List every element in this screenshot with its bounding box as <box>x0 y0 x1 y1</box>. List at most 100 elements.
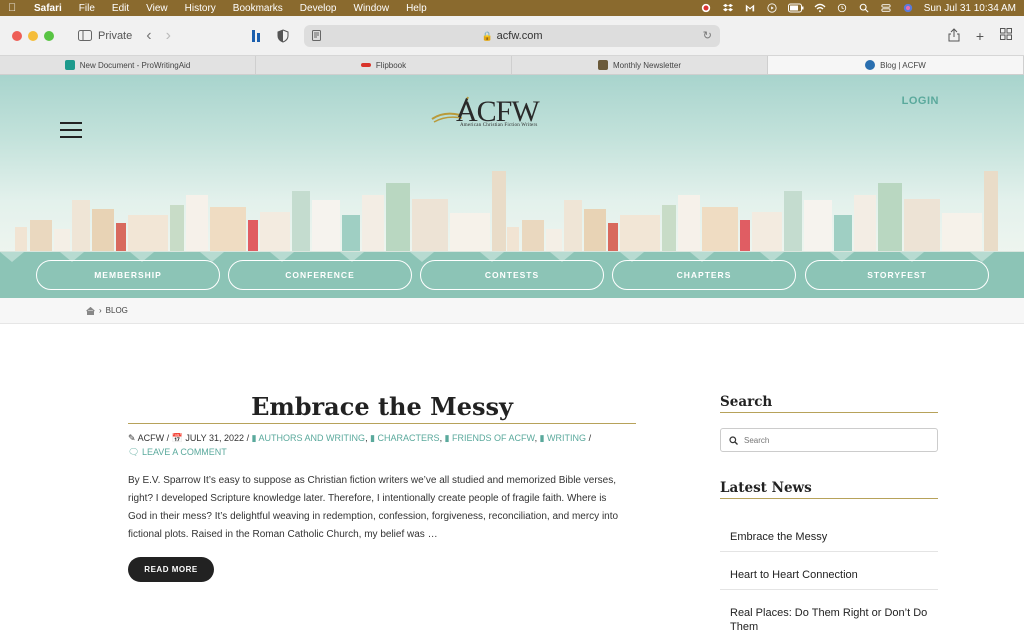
tab-blog-acfw[interactable]: Blog | ACFW <box>768 56 1024 74</box>
menubar-clock[interactable]: Sun Jul 31 10:34 AM <box>924 3 1016 14</box>
battery-icon[interactable] <box>787 3 804 13</box>
leave-comment-link[interactable]: LEAVE A COMMENT <box>142 447 227 457</box>
main-navigation: MEMBERSHIP CONFERENCE CONTESTS CHAPTERS … <box>0 252 1024 298</box>
wifi-icon[interactable] <box>814 3 826 13</box>
flipbook-favicon-icon <box>360 63 371 67</box>
time-machine-icon[interactable] <box>836 3 848 13</box>
post-meta: ✎ ACFW / 📅 JULY 31, 2022 / ▮ AUTHORS AND… <box>128 433 592 457</box>
gmail-icon[interactable] <box>744 3 756 13</box>
menu-app-name[interactable]: Safari <box>34 3 62 14</box>
tab-label: Blog | ACFW <box>880 60 926 70</box>
tab-label: New Document - ProWritingAid <box>79 60 191 70</box>
hamburger-menu-icon[interactable] <box>60 122 82 143</box>
siri-icon[interactable] <box>902 3 914 13</box>
extension-icon[interactable] <box>251 29 263 43</box>
news-item[interactable]: Embrace the Messy <box>720 530 938 544</box>
private-mode-label: Private <box>98 29 133 42</box>
menu-history[interactable]: History <box>185 3 216 14</box>
breadcrumb: › BLOG <box>0 298 1024 324</box>
category-writing[interactable]: WRITING <box>547 433 586 443</box>
calendar-icon: 📅 <box>171 433 183 443</box>
latest-news-heading: Latest News <box>720 480 812 496</box>
nav-chapters[interactable]: CHAPTERS <box>612 260 796 290</box>
tab-prowritingaid[interactable]: New Document - ProWritingAid <box>0 56 256 74</box>
nav-storyfest[interactable]: STORYFEST <box>805 260 989 290</box>
menu-view[interactable]: View <box>146 3 168 14</box>
wordpress-favicon-icon <box>865 60 876 70</box>
search-heading-divider <box>720 412 938 413</box>
menu-edit[interactable]: Edit <box>112 3 129 14</box>
breadcrumb-separator: › <box>99 306 102 315</box>
category-friends-of-acfw[interactable]: FRIENDS OF ACFW <box>452 433 535 443</box>
sidebar-toggle-button[interactable]: Private <box>78 30 132 42</box>
new-tab-icon[interactable]: + <box>976 28 984 44</box>
control-center-icon[interactable] <box>880 3 892 13</box>
bookmark-icon: ▮ <box>539 433 545 443</box>
menu-window[interactable]: Window <box>354 3 390 14</box>
url-text: acfw.com <box>496 30 543 42</box>
sidebar-icon <box>78 30 92 41</box>
bookmark-icon: ▮ <box>370 433 376 443</box>
privacy-shield-icon[interactable] <box>277 28 289 43</box>
window-controls <box>12 30 54 41</box>
search-input[interactable] <box>744 435 924 445</box>
zoom-window-button[interactable] <box>44 30 54 41</box>
logo-subtitle: American Christian Fiction Writers <box>460 123 538 128</box>
lock-icon: 🔒 <box>481 30 493 41</box>
reload-icon[interactable]: ↻ <box>703 29 712 42</box>
page-icon <box>312 30 321 41</box>
home-icon[interactable] <box>86 306 95 315</box>
post-author[interactable]: ACFW <box>138 433 165 443</box>
tab-label: Monthly Newsletter <box>612 60 682 70</box>
search-icon <box>729 435 738 445</box>
apple-icon[interactable]:  <box>8 2 20 14</box>
pencil-icon: ✎ <box>128 433 136 443</box>
nav-contests[interactable]: CONTESTS <box>420 260 604 290</box>
category-authors-and-writing[interactable]: AUTHORS AND WRITING <box>259 433 366 443</box>
close-window-button[interactable] <box>12 30 22 41</box>
nav-conference[interactable]: CONFERENCE <box>228 260 412 290</box>
read-more-button[interactable]: READ MORE <box>128 557 214 582</box>
minimize-window-button[interactable] <box>28 30 38 41</box>
login-link[interactable]: LOGIN <box>902 95 939 107</box>
menu-develop[interactable]: Develop <box>300 3 337 14</box>
macos-menubar:  Safari File Edit View History Bookmark… <box>0 0 1024 16</box>
sidebar-search[interactable] <box>720 428 938 452</box>
acfw-logo[interactable]: ACFW American Christian Fiction Writers <box>430 91 570 131</box>
news-item[interactable]: Heart to Heart Connection <box>720 568 938 582</box>
record-icon[interactable] <box>700 3 712 13</box>
nav-membership[interactable]: MEMBERSHIP <box>36 260 220 290</box>
tab-overview-icon[interactable] <box>1000 28 1012 40</box>
bookmark-icon: ▮ <box>444 433 450 443</box>
address-bar[interactable]: 🔒 acfw.com ↻ <box>304 25 720 47</box>
dropbox-icon[interactable] <box>722 3 734 13</box>
menu-bookmarks[interactable]: Bookmarks <box>233 3 283 14</box>
tab-monthly-newsletter[interactable]: Monthly Newsletter <box>512 56 768 74</box>
spotlight-search-icon[interactable] <box>858 3 870 13</box>
share-icon[interactable] <box>948 28 960 42</box>
tab-bar: New Document - ProWritingAid Flipbook Mo… <box>0 56 1024 75</box>
bookshelf-banner-image <box>0 171 1024 255</box>
post-date: JULY 31, 2022 <box>185 433 245 443</box>
menu-file[interactable]: File <box>79 3 95 14</box>
tab-flipbook[interactable]: Flipbook <box>256 56 512 74</box>
news-item[interactable]: Real Places: Do Them Right or Don’t Do T… <box>720 606 938 634</box>
news-separator <box>720 589 938 590</box>
back-button[interactable]: ‹ <box>146 27 151 45</box>
category-characters[interactable]: CHARACTERS <box>378 433 440 443</box>
newsletter-favicon-icon <box>597 60 608 70</box>
browser-toolbar: Private ‹ › 🔒 acfw.com ↻ + <box>0 16 1024 56</box>
news-separator <box>720 551 938 552</box>
latest-news-divider <box>720 498 938 499</box>
forward-button[interactable]: › <box>166 27 171 45</box>
prowritingaid-favicon-icon <box>64 60 75 70</box>
menu-help[interactable]: Help <box>406 3 427 14</box>
post-title[interactable]: Embrace the Messy <box>128 392 636 421</box>
breadcrumb-current: BLOG <box>105 306 128 315</box>
bookmark-icon: ▮ <box>251 433 257 443</box>
toolbar-actions: + <box>948 28 1012 44</box>
title-divider <box>128 423 636 424</box>
post-excerpt: By E.V. Sparrow It’s easy to suppose as … <box>128 475 619 540</box>
play-icon[interactable] <box>766 3 778 13</box>
tab-label: Flipbook <box>375 60 407 70</box>
